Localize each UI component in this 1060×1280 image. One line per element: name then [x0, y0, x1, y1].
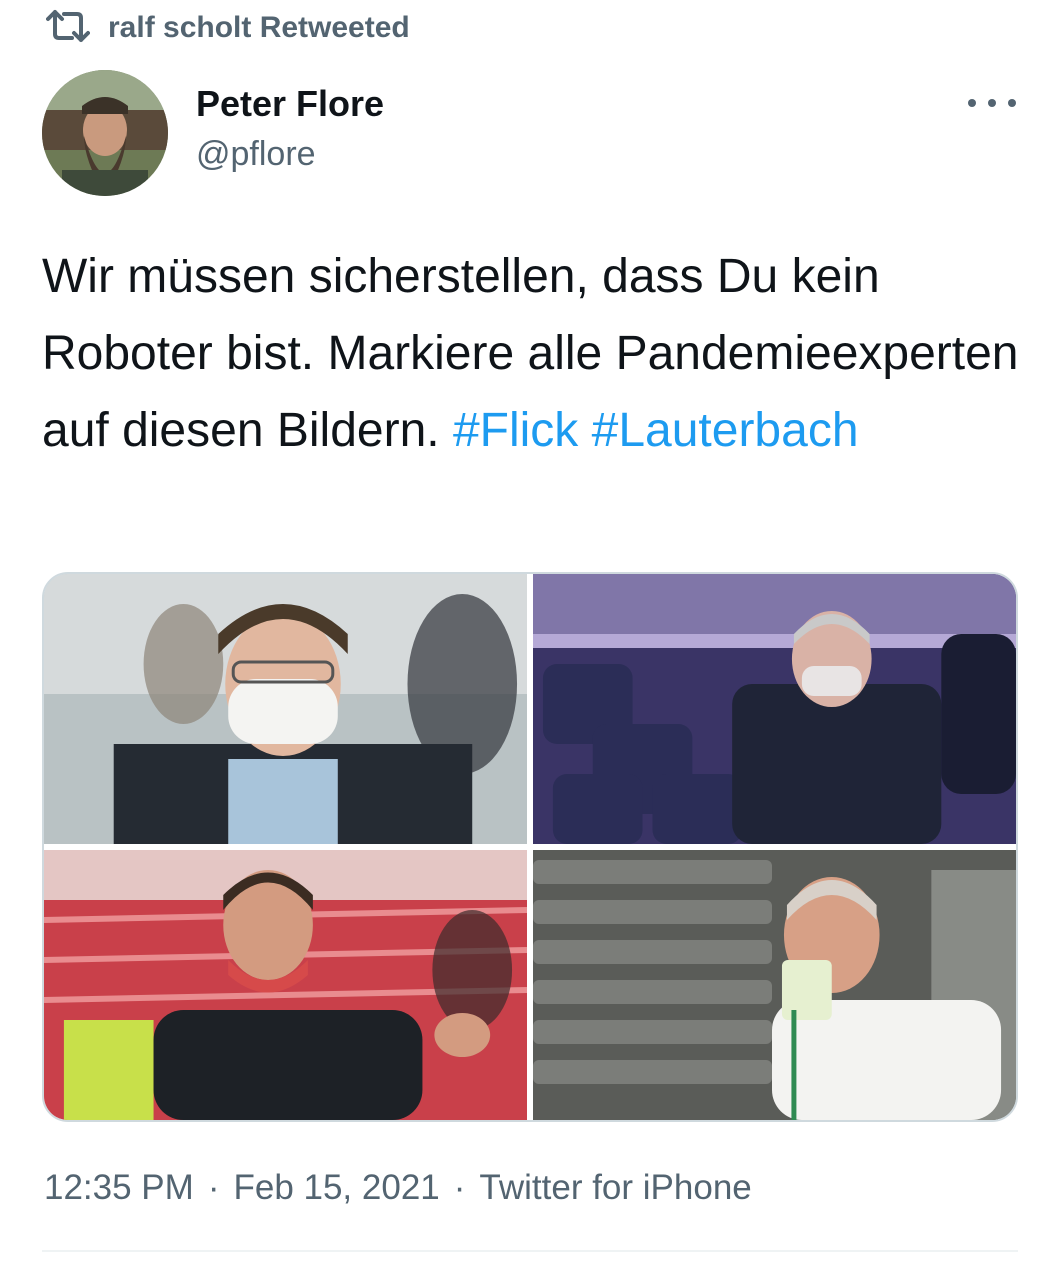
- retweet-label: ralf scholt Retweeted: [108, 11, 410, 44]
- tweet-text: Wir müssen sicherstellen, dass Du kein R…: [42, 238, 1022, 469]
- avatar[interactable]: [42, 70, 168, 196]
- tweet-source[interactable]: Twitter for iPhone: [479, 1168, 751, 1208]
- media-grid: [42, 572, 1018, 1122]
- author-name[interactable]: Peter Flore: [196, 82, 384, 126]
- more-options-icon[interactable]: [968, 88, 1016, 118]
- tweet-time[interactable]: 12:35 PM: [44, 1168, 194, 1208]
- tweet-meta: 12:35 PM · Feb 15, 2021 · Twitter for iP…: [44, 1168, 752, 1208]
- hashtag-link[interactable]: #Flick: [453, 404, 578, 457]
- separator: ·: [453, 1168, 466, 1207]
- retweet-icon: [46, 8, 90, 49]
- hashtag-link[interactable]: #Lauterbach: [592, 404, 859, 457]
- author-handle[interactable]: @pflore: [196, 132, 384, 176]
- divider: [42, 1250, 1018, 1252]
- media-image-3[interactable]: [44, 850, 527, 1120]
- dot: [1008, 99, 1016, 107]
- dot: [988, 99, 996, 107]
- media-image-1[interactable]: [44, 574, 527, 844]
- dot: [968, 99, 976, 107]
- retweet-header[interactable]: ralf scholt Retweeted: [46, 8, 410, 48]
- separator: ·: [207, 1168, 220, 1207]
- media-image-4[interactable]: [533, 850, 1016, 1120]
- tweet-date[interactable]: Feb 15, 2021: [233, 1168, 439, 1208]
- media-image-2[interactable]: [533, 574, 1016, 844]
- author-info[interactable]: Peter Flore @pflore: [196, 82, 384, 176]
